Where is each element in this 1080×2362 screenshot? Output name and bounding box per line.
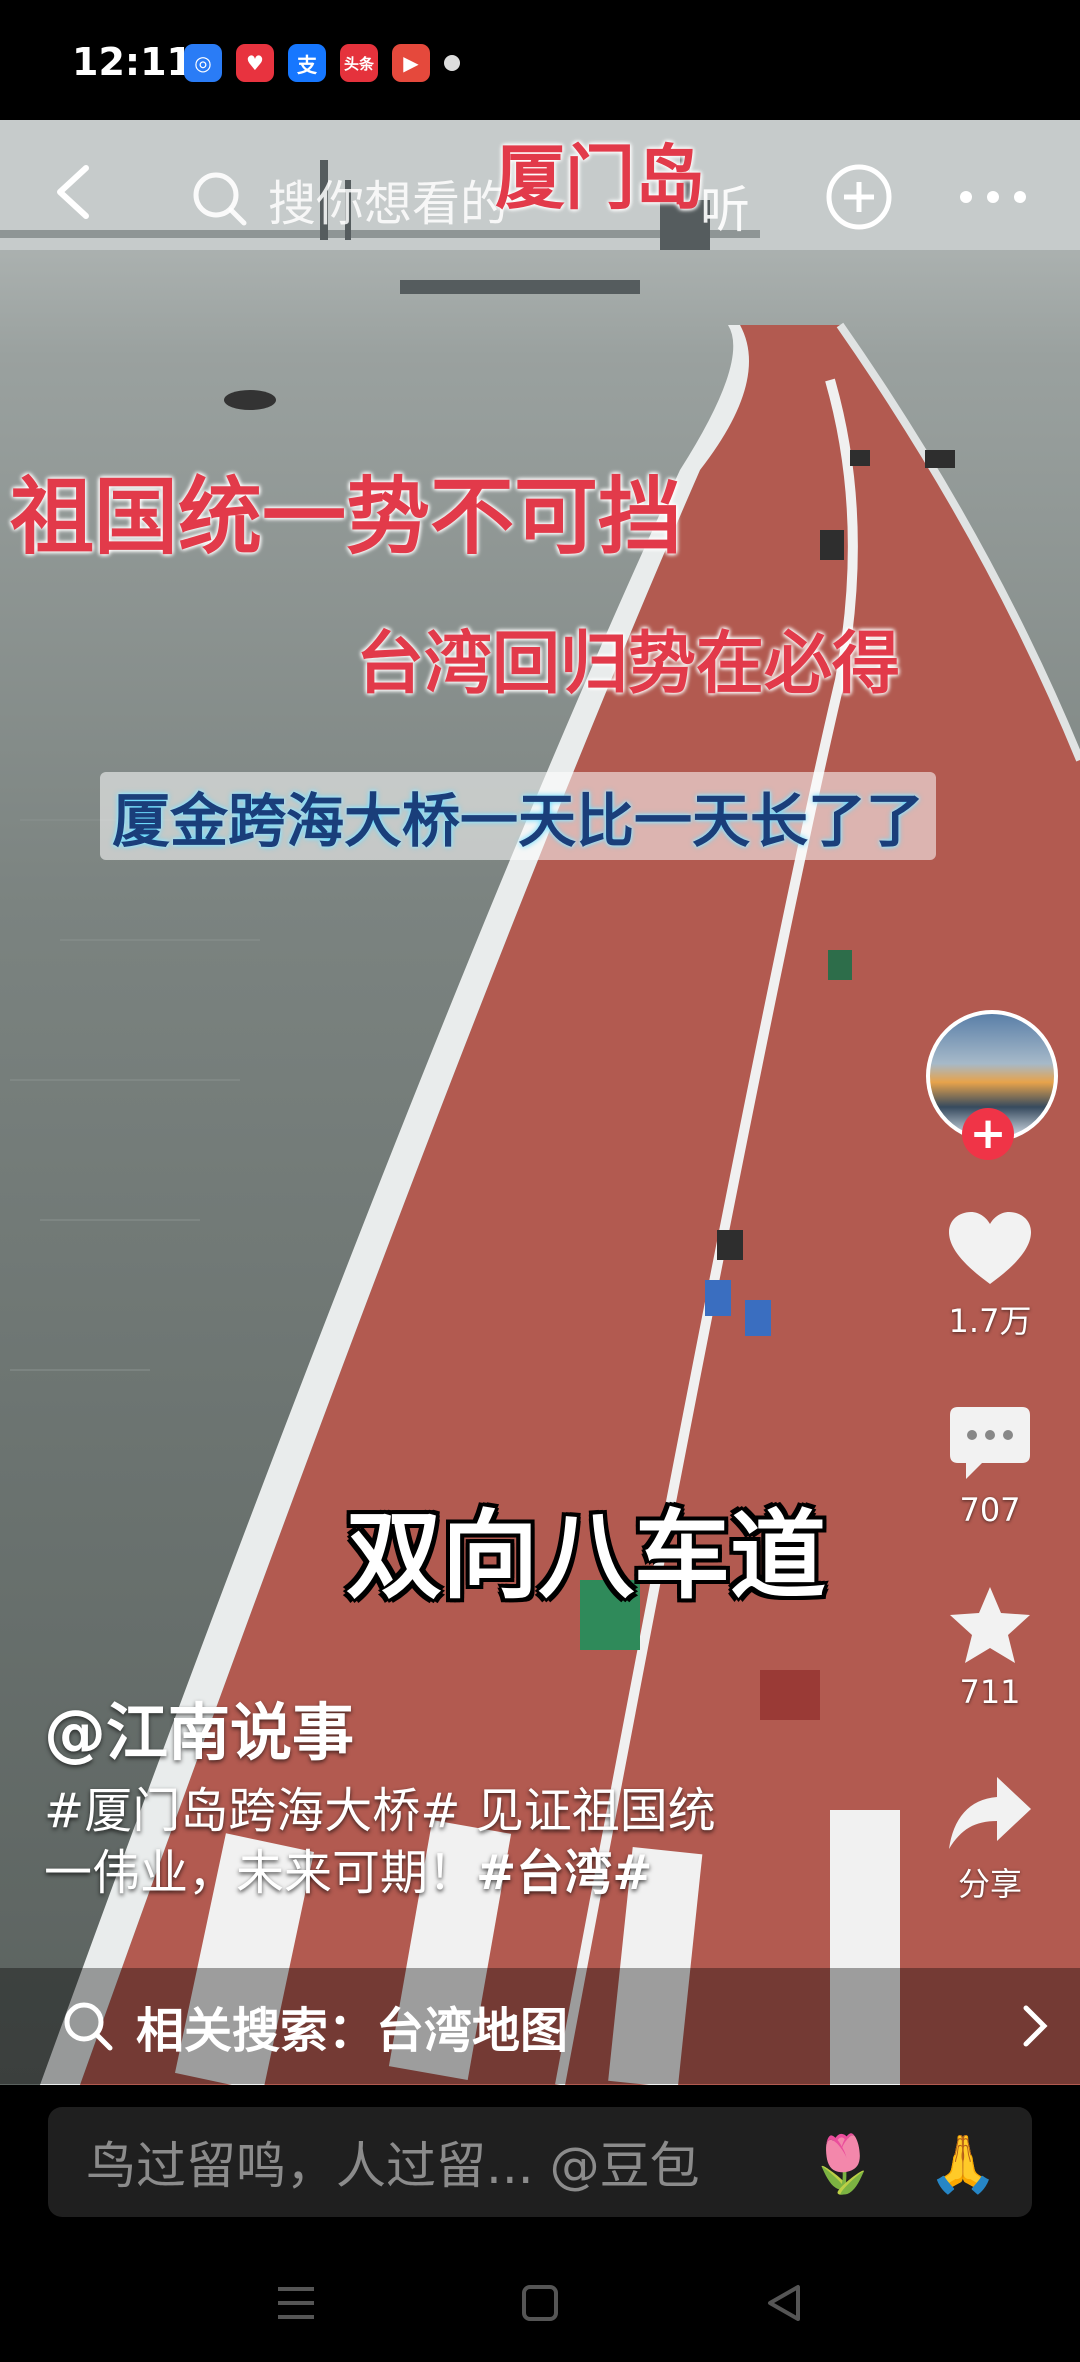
desc-text-1: 见证祖国统 [460,1783,716,1839]
follow-plus-button[interactable]: + [962,1108,1014,1160]
heart-app-icon: ♥ [236,44,274,82]
caption-line-1: 祖国统一势不可挡 [10,468,683,566]
alipay-app-icon: 支 [288,44,326,82]
related-search-label: 相关搜索：台湾地图 [136,2003,569,2059]
menu-nav-icon[interactable] [276,2283,316,2323]
share-label: 分享 [957,1865,1022,1903]
hashtag-link[interactable]: #厦门岛跨海大桥# [44,1783,460,1839]
comment-input[interactable]: 鸟过留鸣，人过留... @豆包 🌷 🙏 [48,2107,1032,2217]
share-button[interactable]: 分享 [925,1775,1055,1905]
notification-app-icons: ◎ ♥ 支 头条 ▶ [184,44,460,82]
like-count: 1.7万 [948,1302,1032,1340]
tulip-emoji-button[interactable]: 🌷 [808,2131,878,2197]
favorite-button[interactable]: 711 [925,1585,1055,1711]
search-placeholder: 搜你想看的 [268,176,509,232]
browser-app-icon: ◎ [184,44,222,82]
like-button[interactable]: 1.7万 [925,1210,1055,1342]
listen-button[interactable]: 听 [700,170,750,242]
desc-text-2: 一伟业，未来可期！ [44,1845,477,1901]
search-icon [193,172,247,226]
chevron-right-icon [1023,2005,1048,2047]
back-arrow-icon[interactable] [46,162,106,222]
caption-line-3: 厦金跨海大桥一天比一天长了了 [100,772,937,860]
more-options-icon[interactable] [958,190,1028,204]
status-bar: 12:11 ◎ ♥ 支 头条 ▶ [0,0,1080,120]
hashtag-link[interactable]: #台湾# [476,1845,652,1901]
favorite-count: 711 [959,1673,1021,1711]
back-nav-icon[interactable] [764,2283,804,2323]
location-caption: 厦门岛 [495,137,705,219]
top-bar: 搜你想看的 厦门岛 听 [0,120,1080,280]
heart-icon [949,1212,1031,1284]
more-notifications-dot [444,55,460,71]
bottom-area: 鸟过留鸣，人过留... @豆包 🌷 🙏 [0,2085,1080,2362]
post-description: #厦门岛跨海大桥# 见证祖国统 一伟业，未来可期！#台湾# [44,1780,864,1904]
home-nav-icon[interactable] [520,2283,560,2323]
caption-line-2: 台湾回归势在必得 [356,625,901,704]
comment-count: 707 [959,1491,1021,1529]
comment-bubble-icon [950,1407,1030,1479]
comment-placeholder: 鸟过留鸣，人过留... @豆包 [86,2137,700,2195]
caption-line-4: 双向八车道 [346,1500,826,1612]
search-icon [64,2002,113,2051]
add-plus-icon[interactable] [824,162,894,232]
status-time: 12:11 [72,40,193,84]
video-app-icon: ▶ [392,44,430,82]
share-arrow-icon [949,1777,1031,1849]
related-search-bar[interactable]: 相关搜索：台湾地图 [0,1968,1080,2084]
pray-emoji-button[interactable]: 🙏 [928,2131,998,2197]
comment-button[interactable]: 707 [925,1405,1055,1529]
star-icon [950,1587,1030,1663]
search-bar[interactable]: 搜你想看的 [190,164,508,234]
toutiao-app-icon: 头条 [340,44,378,82]
author-name[interactable]: @江南说事 [44,1682,354,1772]
